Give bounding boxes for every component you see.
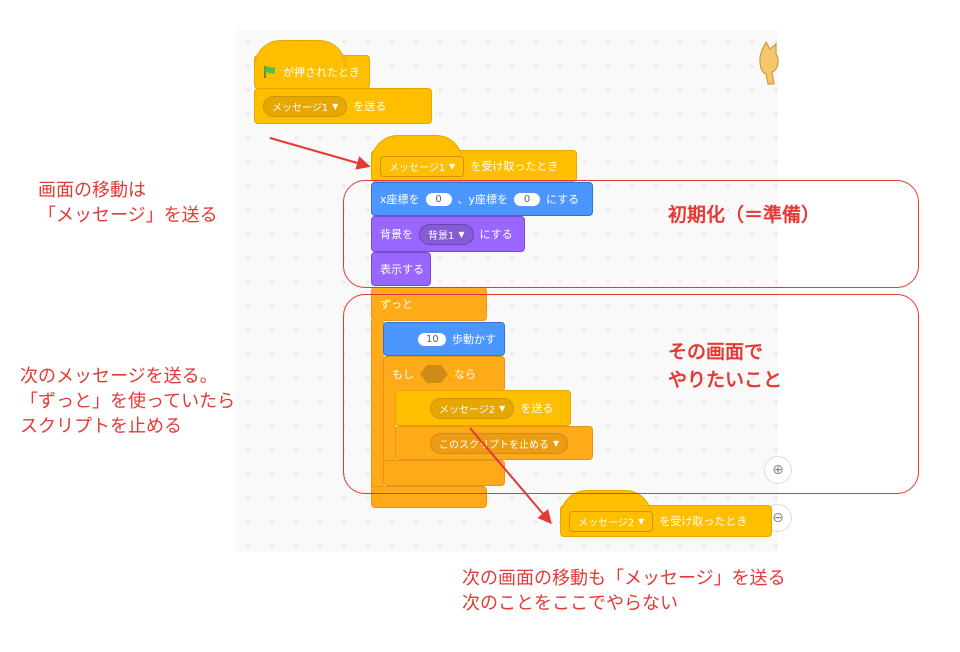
note-line: 「メッセージ」を送る xyxy=(38,205,218,226)
arrow-to-receive1 xyxy=(269,137,371,170)
arrow-overlay xyxy=(269,137,552,525)
note-line: 次のメッセージを送る。 xyxy=(20,366,218,387)
note-line: その画面で xyxy=(668,341,764,363)
arrow-to-receive2 xyxy=(469,427,552,525)
note-line: やりたいこと xyxy=(668,369,783,391)
note-screen-move: 画面の移動は 「メッセージ」を送る xyxy=(38,178,218,228)
note-line: スクリプトを止める xyxy=(20,416,182,437)
note-line: 次の画面の移動も「メッセージ」を送る xyxy=(462,568,786,589)
note-init: 初期化（＝準備） xyxy=(668,201,820,229)
note-line: 初期化（＝準備） xyxy=(668,204,821,226)
note-next-message: 次のメッセージを送る。 「ずっと」を使っていたら スクリプトを止める xyxy=(20,364,235,439)
note-line: 次のことをここでやらない xyxy=(462,593,678,614)
note-bottom: 次の画面の移動も「メッセージ」を送る 次のことをここでやらない xyxy=(462,566,786,616)
note-line: 画面の移動は xyxy=(38,180,146,201)
note-main: その画面で やりたいこと xyxy=(668,338,782,394)
note-line: 「ずっと」を使っていたら xyxy=(20,391,236,412)
